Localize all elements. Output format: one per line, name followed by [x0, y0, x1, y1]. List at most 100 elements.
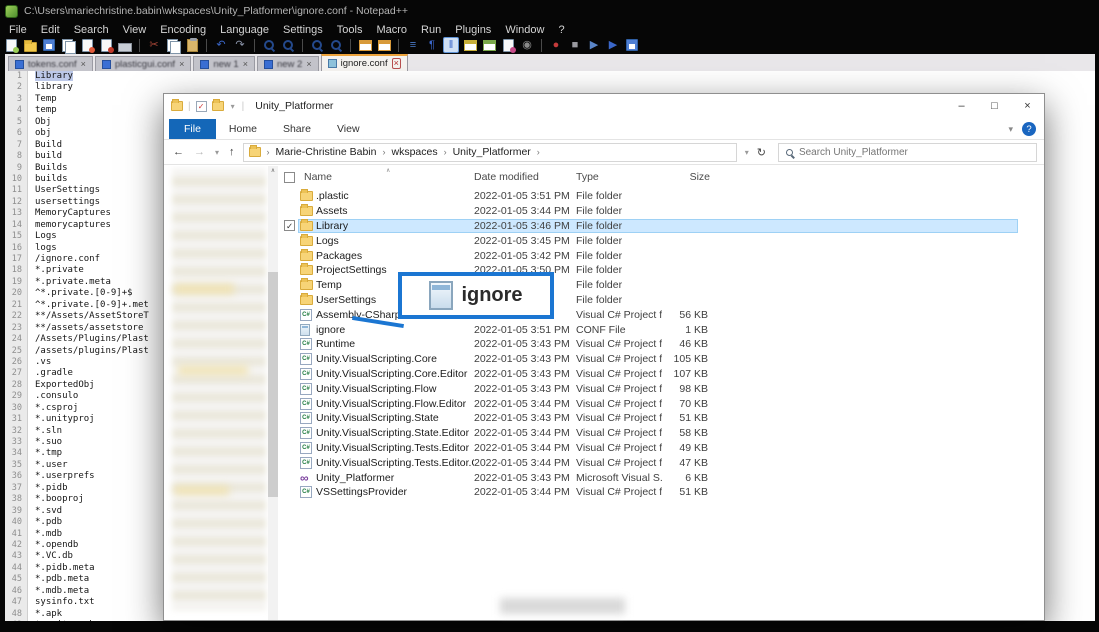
- search-input[interactable]: [799, 147, 1029, 158]
- doc-map-icon[interactable]: [481, 37, 497, 53]
- menu-item-encoding[interactable]: Encoding: [153, 24, 213, 36]
- zoom-out-icon[interactable]: [328, 37, 344, 53]
- file-row[interactable]: C#VSSettingsProvider2022-01-05 3:44 PMVi…: [282, 485, 1044, 500]
- recent-locations-icon[interactable]: ▾: [213, 148, 221, 157]
- tab-new-2[interactable]: new 2×: [257, 56, 319, 71]
- monitoring-icon[interactable]: ◉: [519, 37, 535, 53]
- tab-tokens-conf[interactable]: tokens.conf×: [8, 56, 93, 71]
- file-row[interactable]: C#Assembly-CSharpVisual C# Project f...5…: [282, 307, 1044, 322]
- sync-horizontal-icon[interactable]: [376, 37, 392, 53]
- back-icon[interactable]: ←: [171, 146, 186, 158]
- file-row[interactable]: TempFile folder: [282, 278, 1044, 293]
- sync-vertical-icon[interactable]: [357, 37, 373, 53]
- menu-item-edit[interactable]: Edit: [34, 24, 67, 36]
- breadcrumb-item-unity-platformer[interactable]: Unity_Platformer: [453, 146, 531, 158]
- close-icon[interactable]: [79, 37, 95, 53]
- word-wrap-icon[interactable]: ≡: [405, 37, 421, 53]
- cut-icon[interactable]: ✂: [146, 37, 162, 53]
- help-icon[interactable]: ?: [1022, 122, 1036, 136]
- file-row[interactable]: Assets2022-01-05 3:44 PMFile folder: [282, 204, 1044, 219]
- tab-close-icon[interactable]: ×: [243, 60, 248, 69]
- indent-guide-icon[interactable]: ‖: [443, 37, 459, 53]
- menu-item-run[interactable]: Run: [414, 24, 448, 36]
- scroll-up-icon[interactable]: ∧: [268, 166, 278, 176]
- column-header-name[interactable]: Name ∧: [300, 171, 474, 183]
- ribbon-collapse-icon[interactable]: ▾: [1008, 124, 1013, 135]
- file-row[interactable]: C#Runtime2022-01-05 3:43 PMVisual C# Pro…: [282, 337, 1044, 352]
- ribbon-tab-file[interactable]: File: [169, 119, 216, 139]
- file-row[interactable]: C#Unity.VisualScripting.State.Editor2022…: [282, 426, 1044, 441]
- open-folder-icon[interactable]: [22, 37, 38, 53]
- tab-close-icon[interactable]: ×: [81, 60, 86, 69]
- address-dropdown-icon[interactable]: ▾: [743, 148, 751, 157]
- replace-icon[interactable]: [280, 37, 296, 53]
- menu-item-settings[interactable]: Settings: [276, 24, 330, 36]
- paste-icon[interactable]: [184, 37, 200, 53]
- tab-close-icon[interactable]: ×: [306, 60, 311, 69]
- breadcrumb-item-marie-christine-babin[interactable]: Marie-Christine Babin: [276, 146, 377, 158]
- explorer-titlebar[interactable]: | ✓ ▾ | Unity_Platformer – □ ×: [164, 94, 1044, 118]
- file-row[interactable]: ✓Library2022-01-05 3:46 PMFile folder: [282, 219, 1044, 234]
- function-list-icon[interactable]: [500, 37, 516, 53]
- copy-icon[interactable]: [165, 37, 181, 53]
- print-icon[interactable]: [117, 37, 133, 53]
- menu-item-view[interactable]: View: [116, 24, 154, 36]
- new-file-icon[interactable]: [3, 37, 19, 53]
- tab-ignore-conf[interactable]: ignore.conf×: [321, 54, 408, 71]
- macro-save-icon[interactable]: [624, 37, 640, 53]
- save-all-icon[interactable]: [60, 37, 76, 53]
- zoom-in-icon[interactable]: [309, 37, 325, 53]
- macro-run-multi-icon[interactable]: ▶: [605, 37, 621, 53]
- file-row[interactable]: C#Unity.VisualScripting.Core2022-01-05 3…: [282, 352, 1044, 367]
- save-icon[interactable]: [41, 37, 57, 53]
- redo-icon[interactable]: ↷: [232, 37, 248, 53]
- up-icon[interactable]: ↑: [227, 146, 237, 158]
- column-header-size[interactable]: Size: [662, 171, 710, 183]
- nav-scrollbar-thumb[interactable]: [268, 272, 278, 497]
- macro-record-icon[interactable]: ●: [548, 37, 564, 53]
- menu-item-macro[interactable]: Macro: [369, 24, 414, 36]
- file-row[interactable]: C#Unity.VisualScripting.State2022-01-05 …: [282, 411, 1044, 426]
- maximize-button[interactable]: □: [978, 94, 1011, 118]
- qat-new-folder-icon[interactable]: [212, 101, 224, 111]
- ribbon-tab-share[interactable]: Share: [270, 120, 324, 138]
- menu-item-file[interactable]: File: [2, 24, 34, 36]
- forward-icon[interactable]: →: [192, 146, 207, 158]
- breadcrumb[interactable]: ›Marie-Christine Babin›wkspaces›Unity_Pl…: [243, 143, 737, 162]
- file-row[interactable]: Logs2022-01-05 3:45 PMFile folder: [282, 233, 1044, 248]
- row-checkbox[interactable]: ✓: [284, 220, 295, 231]
- file-row[interactable]: C#Unity.VisualScripting.Tests.Editor2022…: [282, 441, 1044, 456]
- file-row[interactable]: UserSettingsFile folder: [282, 293, 1044, 308]
- menu-item-tools[interactable]: Tools: [330, 24, 370, 36]
- search-box[interactable]: [778, 143, 1037, 162]
- file-row[interactable]: .plastic2022-01-05 3:51 PMFile folder: [282, 189, 1044, 204]
- file-row[interactable]: ProjectSettings2022-01-05 3:50 PMFile fo…: [282, 263, 1044, 278]
- column-header-date-modified[interactable]: Date modified: [474, 171, 576, 183]
- tab-new-1[interactable]: new 1×: [193, 56, 255, 71]
- select-all-checkbox[interactable]: [284, 172, 295, 183]
- close-button[interactable]: ×: [1011, 94, 1044, 118]
- tab-plasticgui-conf[interactable]: plasticgui.conf×: [95, 56, 191, 71]
- macro-stop-icon[interactable]: ■: [567, 37, 583, 53]
- find-icon[interactable]: [261, 37, 277, 53]
- ribbon-tab-view[interactable]: View: [324, 120, 373, 138]
- macro-play-icon[interactable]: ▶: [586, 37, 602, 53]
- file-row[interactable]: Packages2022-01-05 3:42 PMFile folder: [282, 248, 1044, 263]
- show-all-characters-icon[interactable]: ¶: [424, 37, 440, 53]
- nav-scrollbar[interactable]: ∧: [268, 166, 278, 620]
- tab-close-icon[interactable]: ×: [179, 60, 184, 69]
- tab-close-icon[interactable]: ×: [392, 58, 401, 69]
- file-row[interactable]: C#Unity.VisualScripting.Tests.Editor.Cus…: [282, 455, 1044, 470]
- menu-item-plugins[interactable]: Plugins: [448, 24, 498, 36]
- column-header-type[interactable]: Type: [576, 171, 662, 183]
- user-language-icon[interactable]: [462, 37, 478, 53]
- qat-customize-icon[interactable]: ▾: [229, 102, 237, 111]
- undo-icon[interactable]: ↶: [213, 37, 229, 53]
- minimize-button[interactable]: –: [945, 94, 978, 118]
- file-row[interactable]: C#Unity.VisualScripting.Core.Editor2022-…: [282, 367, 1044, 382]
- ribbon-tab-home[interactable]: Home: [216, 120, 270, 138]
- breadcrumb-item-wkspaces[interactable]: wkspaces: [391, 146, 437, 158]
- close-all-icon[interactable]: [98, 37, 114, 53]
- file-row[interactable]: ∞Unity_Platformer2022-01-05 3:43 PMMicro…: [282, 470, 1044, 485]
- file-row[interactable]: C#Unity.VisualScripting.Flow.Editor2022-…: [282, 396, 1044, 411]
